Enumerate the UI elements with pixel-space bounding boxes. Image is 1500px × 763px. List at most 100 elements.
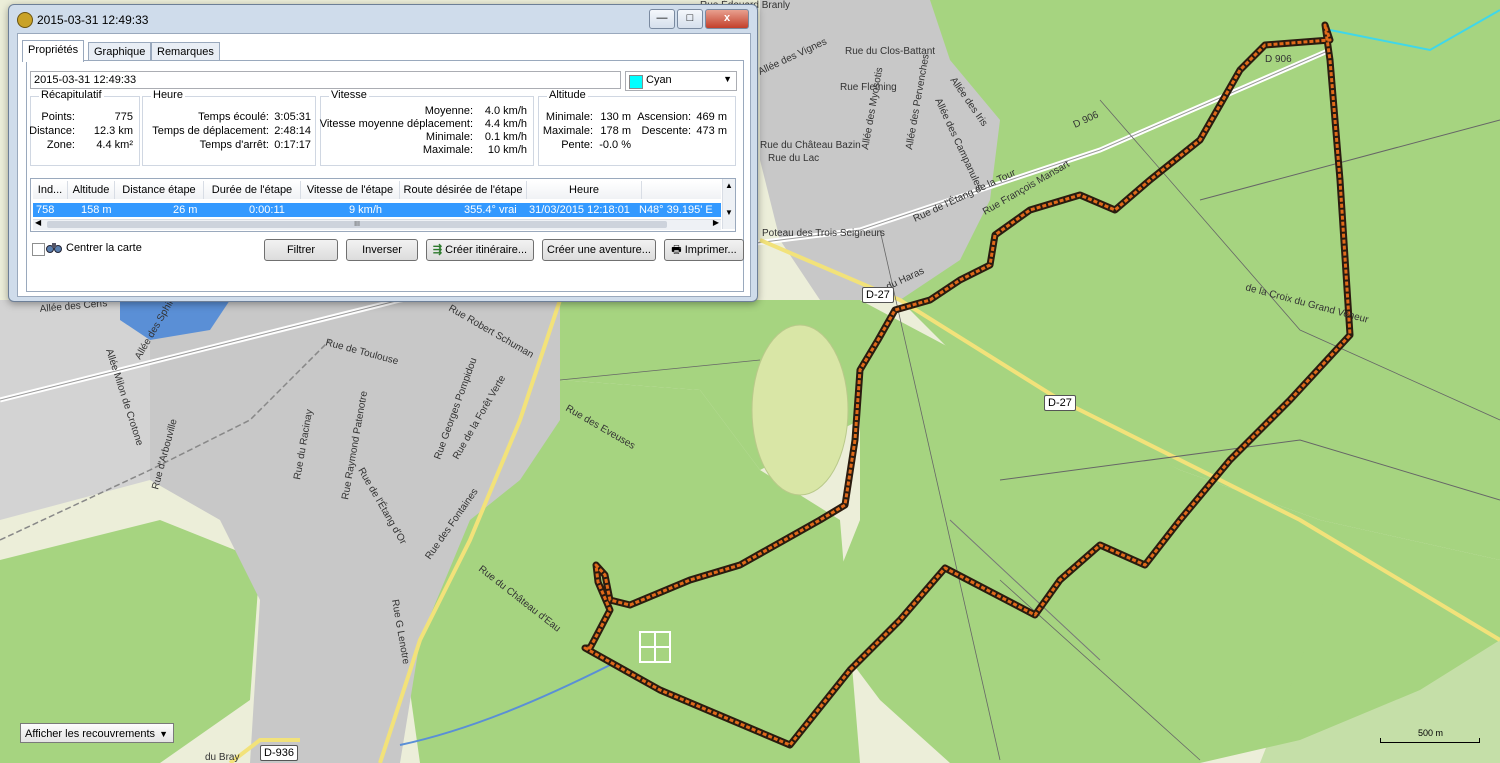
street-label: Poteau des Trois Seigneurs	[762, 228, 885, 239]
cell-leg-speed: 9 km/h	[349, 204, 383, 216]
scroll-down-icon[interactable]: ▼	[723, 208, 735, 217]
print-button[interactable]: 🖶 Imprimer...	[664, 239, 744, 261]
altitude-title: Altitude	[547, 89, 588, 101]
scroll-up-icon[interactable]: ▲	[723, 181, 735, 190]
avg-speed-label: Moyenne:	[424, 105, 473, 117]
track-properties-dialog: 2015-03-31 12:49:33 — □ x Propriétés Gra…	[8, 4, 758, 302]
cell-altitude: 158 m	[81, 204, 112, 216]
descent-value: 473 m	[696, 125, 727, 137]
avg-moving-speed-label: Vitesse moyenne déplacement:	[319, 118, 473, 130]
moving-time-value: 2:48:14	[274, 125, 311, 137]
window-title: 2015-03-31 12:49:33	[37, 13, 149, 27]
color-dropdown[interactable]: Cyan ▼	[625, 71, 737, 91]
slope-label: Pente:	[561, 139, 593, 151]
stopped-time-value: 0:17:17	[274, 139, 311, 151]
street-label: Rue Fleming	[840, 82, 897, 93]
column-header-time[interactable]: Heure	[527, 181, 642, 199]
invert-button[interactable]: Inverser	[346, 239, 418, 261]
center-map-label: Centrer la carte	[66, 242, 142, 254]
create-route-button[interactable]: ⇶ Créer itinéraire...	[426, 239, 534, 261]
vertical-scrollbar[interactable]: ▲ ▼	[722, 179, 735, 229]
scale-label: 500 m	[1418, 728, 1444, 738]
route-icon: ⇶	[432, 244, 443, 256]
dialog-client: Propriétés Graphique Remarques 2015-03-3…	[17, 33, 751, 297]
elapsed-value: 3:05:31	[274, 111, 311, 123]
min-speed-label: Minimale:	[425, 131, 473, 143]
color-swatch	[629, 75, 643, 89]
printer-icon: 🖶	[671, 244, 682, 256]
cell-leg-duration: 0:00:11	[249, 204, 285, 216]
alt-min-value: 130 m	[600, 111, 631, 123]
points-value: 775	[114, 111, 133, 123]
column-header-index[interactable]: Ind...	[33, 181, 68, 199]
column-header-leg-distance[interactable]: Distance étape	[115, 181, 204, 199]
tab-properties[interactable]: Propriétés	[22, 40, 85, 62]
distance-label: Distance:	[29, 125, 75, 137]
color-label: Cyan	[646, 74, 672, 86]
maximize-button[interactable]: □	[677, 9, 703, 29]
scale-line	[1380, 738, 1480, 743]
cell-position: N48° 39.195' E	[639, 204, 713, 216]
distance-value: 12.3 km	[93, 125, 133, 137]
horizontal-scrollbar[interactable]: ◀ III ▶	[33, 218, 721, 230]
slope-value: -0.0 %	[599, 139, 631, 151]
points-label: Points:	[41, 111, 75, 123]
center-map-checkbox[interactable]	[32, 243, 45, 256]
street-label: du Bray	[205, 752, 239, 763]
zone-value: 4.4 km²	[96, 139, 133, 151]
descent-label: Descente:	[641, 125, 691, 137]
scroll-thumb[interactable]: III	[47, 221, 667, 228]
column-header-altitude[interactable]: Altitude	[68, 181, 115, 199]
trackpoints-table[interactable]: Ind... Altitude Distance étape Durée de …	[30, 178, 736, 232]
app-icon	[17, 12, 33, 28]
cell-leg-distance: 26 m	[173, 204, 198, 216]
road-shield-d936: D-936	[260, 745, 298, 761]
speed-title: Vitesse	[329, 89, 369, 101]
time-group: Heure Temps écoulé: 3:05:31 Temps de dép…	[142, 89, 316, 166]
minimize-button[interactable]: —	[649, 9, 675, 29]
min-speed-value: 0.1 km/h	[484, 131, 527, 143]
cell-time: 31/03/2015 12:18:01	[529, 204, 630, 216]
track-name-input[interactable]: 2015-03-31 12:49:33	[30, 71, 621, 89]
road-shield-d27: D-27	[1044, 395, 1076, 411]
scale-bar: 500 m	[1380, 728, 1480, 746]
road-shield-d27: D-27	[862, 287, 894, 303]
column-header-leg-duration[interactable]: Durée de l'étape	[204, 181, 301, 199]
column-header-position[interactable]	[642, 181, 721, 199]
tab-chart[interactable]: Graphique	[88, 42, 152, 61]
scroll-left-icon[interactable]: ◀	[35, 218, 41, 227]
zone-label: Zone:	[46, 139, 75, 151]
avg-speed-value: 4.0 km/h	[484, 105, 527, 117]
overlay-dropdown-label: Afficher les recouvrements	[25, 728, 156, 740]
column-header-leg-speed[interactable]: Vitesse de l'étape	[301, 181, 400, 199]
clearing-area	[751, 324, 849, 496]
tab-notes[interactable]: Remarques	[151, 42, 220, 61]
create-adventure-button[interactable]: Créer une aventure...	[542, 239, 656, 261]
chevron-down-icon: ▼	[723, 74, 732, 84]
summary-title: Récapitulatif	[39, 89, 104, 101]
create-route-label: Créer itinéraire...	[445, 244, 528, 256]
street-label: Rue du Château Bazin	[760, 140, 861, 151]
filter-button[interactable]: Filtrer	[264, 239, 338, 261]
title-bar[interactable]: 2015-03-31 12:49:33 — □ x	[9, 5, 757, 33]
street-label: Rue du Lac	[768, 153, 819, 164]
scroll-right-icon[interactable]: ▶	[713, 218, 719, 227]
stopped-time-label: Temps d'arrêt:	[199, 139, 269, 151]
speed-group: Vitesse Moyenne: 4.0 km/h Vitesse moyenn…	[319, 89, 534, 166]
alt-min-label: Minimale:	[545, 111, 593, 123]
street-label: D 906	[1265, 54, 1292, 65]
print-label: Imprimer...	[684, 244, 737, 256]
time-title: Heure	[151, 89, 185, 101]
avg-moving-speed-value: 4.4 km/h	[484, 118, 527, 130]
overlay-dropdown[interactable]: Afficher les recouvrements ▼	[20, 723, 174, 743]
alt-max-value: 178 m	[600, 125, 631, 137]
elapsed-label: Temps écoulé:	[198, 111, 269, 123]
ascent-label: Ascension:	[637, 111, 691, 123]
column-header-leg-course[interactable]: Route désirée de l'étape	[400, 181, 527, 199]
alt-max-label: Maximale:	[542, 125, 593, 137]
binoculars-icon	[46, 243, 62, 253]
scroll-thumb-grip: III	[354, 221, 360, 228]
max-speed-value: 10 km/h	[487, 144, 527, 156]
close-button[interactable]: x	[705, 9, 749, 29]
table-row[interactable]: 758 158 m 26 m 0:00:11 9 km/h 355.4° vra…	[33, 203, 721, 217]
